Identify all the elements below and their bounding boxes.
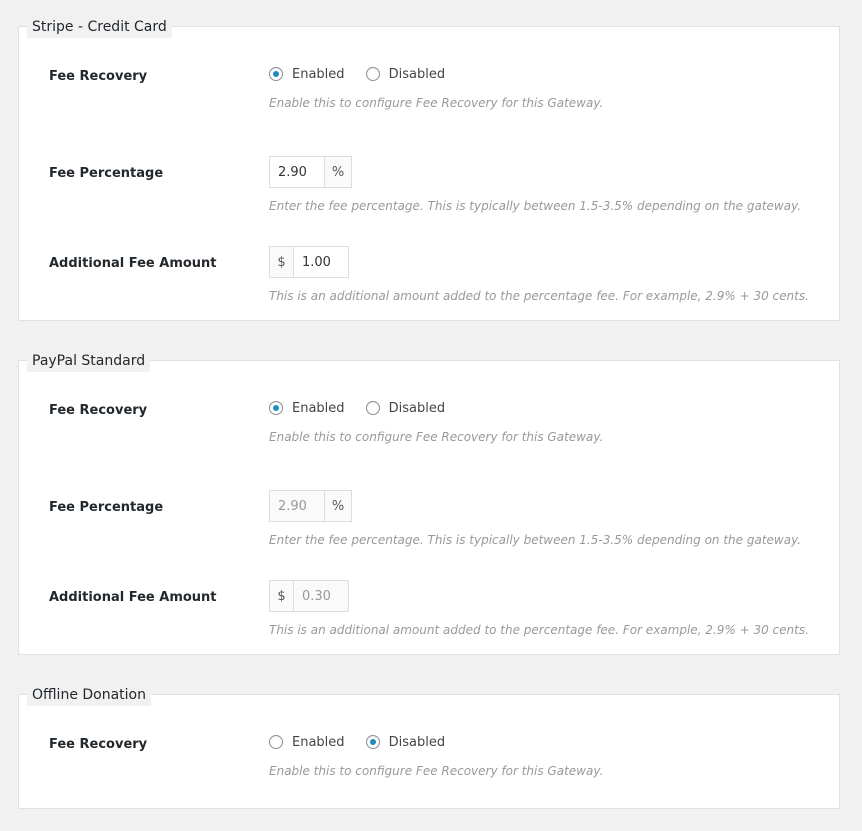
fee-percentage-input[interactable]: 2.90 (270, 491, 324, 521)
fee-recovery-description: Enable this to configure Fee Recovery fo… (269, 430, 604, 444)
additional-fee-input-group: $ 0.30 (269, 580, 349, 612)
additional-fee-description: This is an additional amount added to th… (269, 623, 809, 637)
fee-recovery-radio-group: Enabled Disabled (269, 66, 461, 85)
radio-checked-icon[interactable] (365, 735, 380, 749)
radio-label: Enabled (292, 66, 345, 82)
percent-suffix: % (324, 491, 351, 521)
radio-label: Enabled (292, 400, 345, 416)
radio-unchecked-icon[interactable] (365, 67, 380, 81)
dollar-prefix: $ (270, 581, 294, 611)
fee-recovery-label: Fee Recovery (49, 403, 148, 418)
fee-recovery-disabled-option[interactable]: Disabled (365, 400, 446, 416)
additional-fee-input[interactable]: 0.30 (294, 581, 348, 611)
fee-percentage-input-group: 2.90 % (269, 156, 352, 188)
gateway-section-paypal: PayPal Standard Fee Recovery Enabled Dis… (18, 350, 840, 655)
fee-recovery-radio-group: Enabled Disabled (269, 734, 461, 753)
radio-label: Disabled (388, 66, 446, 82)
gateway-section-offline-donation: Offline Donation Fee Recovery Enabled Di… (18, 684, 840, 809)
additional-fee-description: This is an additional amount added to th… (269, 289, 809, 303)
additional-fee-input[interactable]: 1.00 (294, 247, 348, 277)
radio-unchecked-icon[interactable] (269, 735, 283, 749)
fee-percentage-description: Enter the fee percentage. This is typica… (269, 533, 802, 547)
percent-suffix: % (324, 157, 351, 187)
fee-percentage-label: Fee Percentage (49, 500, 164, 515)
fee-percentage-input-group: 2.90 % (269, 490, 352, 522)
additional-fee-label: Additional Fee Amount (49, 590, 217, 605)
radio-checked-icon[interactable] (269, 67, 283, 81)
fee-recovery-description: Enable this to configure Fee Recovery fo… (269, 764, 604, 778)
fee-recovery-label: Fee Recovery (49, 737, 148, 752)
fee-percentage-input[interactable]: 2.90 (270, 157, 324, 187)
section-title: Stripe - Credit Card (27, 16, 172, 38)
fee-percentage-label: Fee Percentage (49, 166, 164, 181)
fee-recovery-label: Fee Recovery (49, 69, 148, 84)
fee-percentage-description: Enter the fee percentage. This is typica… (269, 199, 802, 213)
gateway-section-stripe: Stripe - Credit Card Fee Recovery Enable… (18, 16, 840, 321)
fee-recovery-disabled-option[interactable]: Disabled (365, 734, 446, 750)
section-title: Offline Donation (27, 684, 151, 706)
radio-label: Enabled (292, 734, 345, 750)
section-title: PayPal Standard (27, 350, 151, 372)
dollar-prefix: $ (270, 247, 294, 277)
radio-unchecked-icon[interactable] (365, 401, 380, 415)
additional-fee-label: Additional Fee Amount (49, 256, 217, 271)
fee-recovery-enabled-option[interactable]: Enabled (269, 67, 345, 82)
fee-recovery-disabled-option[interactable]: Disabled (365, 66, 446, 82)
fee-recovery-radio-group: Enabled Disabled (269, 400, 461, 419)
radio-label: Disabled (388, 400, 446, 416)
additional-fee-input-group: $ 1.00 (269, 246, 349, 278)
fee-recovery-description: Enable this to configure Fee Recovery fo… (269, 96, 604, 110)
fee-recovery-enabled-option[interactable]: Enabled (269, 735, 345, 750)
radio-label: Disabled (388, 734, 446, 750)
fee-recovery-enabled-option[interactable]: Enabled (269, 401, 345, 416)
radio-checked-icon[interactable] (269, 401, 283, 415)
